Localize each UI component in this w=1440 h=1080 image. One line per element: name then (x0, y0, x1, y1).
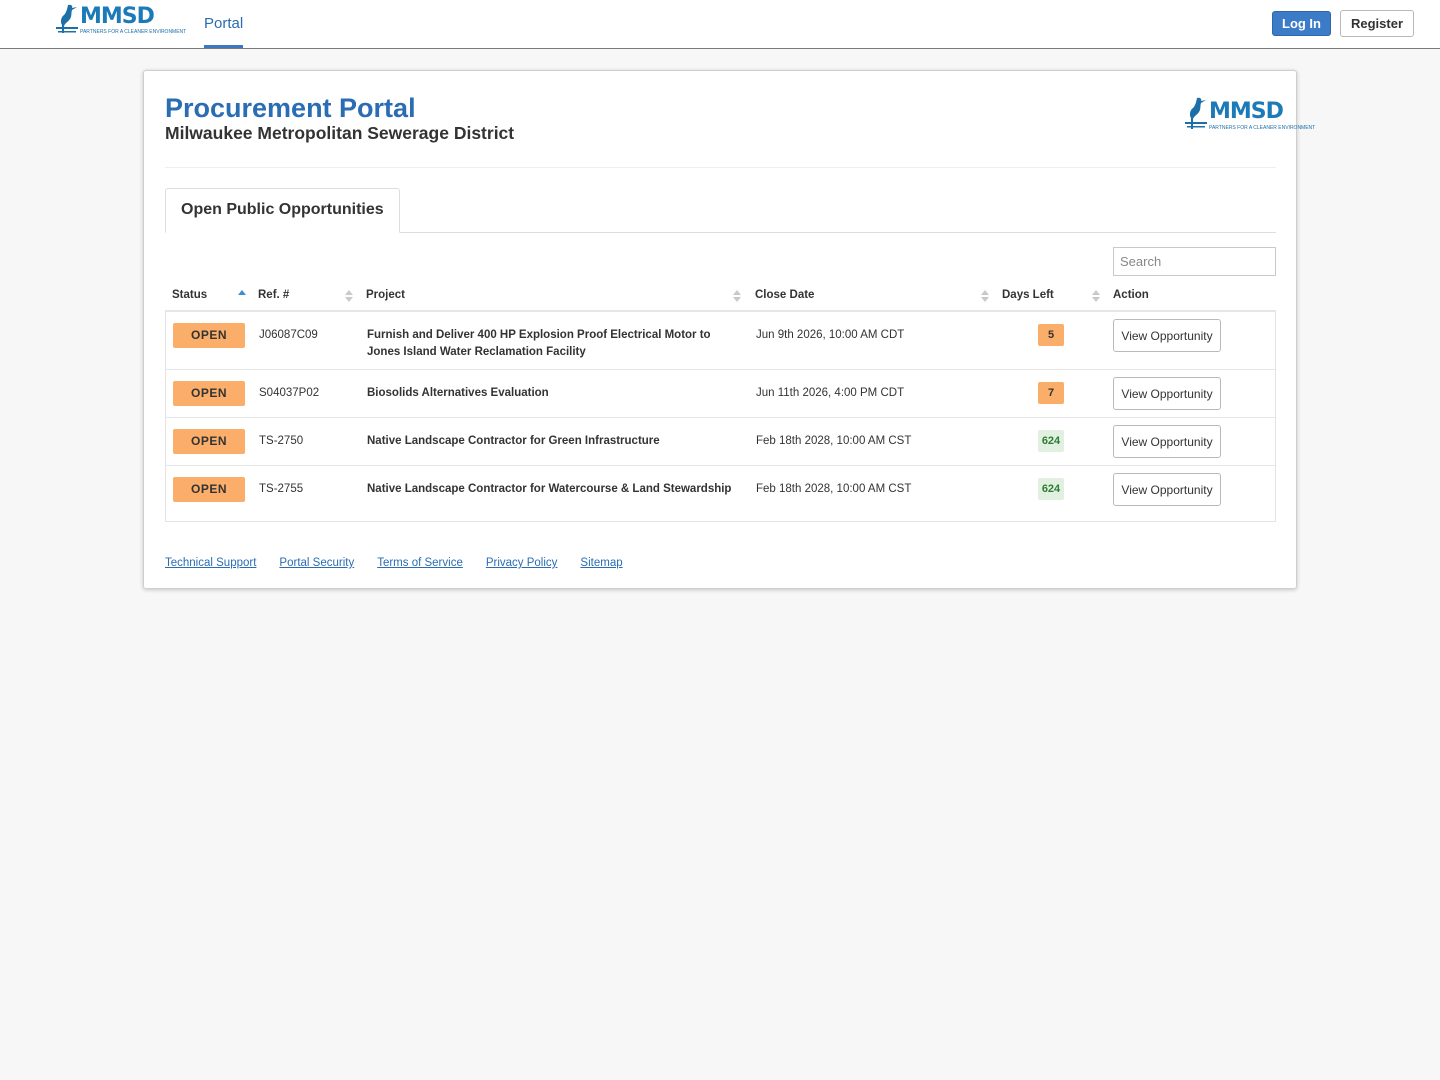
view-opportunity-button[interactable]: View Opportunity (1113, 473, 1221, 506)
tab-open-public-opportunities[interactable]: Open Public Opportunities (165, 188, 400, 233)
logo-wordmark: MMSD (1209, 99, 1284, 124)
ref-number: J06087C09 (259, 329, 318, 341)
logo-tagline: PARTNERS FOR A CLEANER ENVIRONMENT (80, 29, 187, 35)
sort-ascending-icon[interactable] (238, 290, 246, 303)
mmsd-logo[interactable]: MMSD PARTNERS FOR A CLEANER ENVIRONMENT (54, 3, 186, 35)
column-header-days-left[interactable]: Days Left (995, 281, 1106, 310)
logo-tagline: PARTNERS FOR A CLEANER ENVIRONMENT (1209, 125, 1316, 131)
ref-number: S04037P02 (259, 387, 320, 399)
card-mmsd-logo: MMSD PARTNERS FOR A CLEANER ENVIRONMENT (1183, 95, 1315, 131)
footer-link-terms-of-service[interactable]: Terms of Service (377, 557, 463, 569)
column-header-project[interactable]: Project (359, 281, 748, 310)
view-opportunity-button[interactable]: View Opportunity (1113, 425, 1221, 458)
main-card: Procurement Portal Milwaukee Metropolita… (143, 70, 1315, 589)
sort-icon[interactable] (345, 290, 353, 303)
project-name: Native Landscape Contractor for Green In… (367, 435, 660, 447)
sort-icon[interactable] (733, 290, 741, 303)
table-header: Status Ref. # Project Close Date Days Le… (165, 281, 1276, 312)
project-name: Furnish and Deliver 400 HP Explosion Pro… (367, 329, 711, 358)
project-name: Biosolids Alternatives Evaluation (367, 387, 549, 399)
heron-icon (1185, 97, 1207, 129)
view-opportunity-button[interactable]: View Opportunity (1113, 319, 1221, 352)
column-header-ref[interactable]: Ref. # (251, 281, 359, 310)
days-left-badge: 7 (1038, 382, 1064, 404)
footer-link-sitemap[interactable]: Sitemap (580, 557, 622, 569)
close-date: Feb 18th 2028, 10:00 AM CST (756, 483, 912, 495)
ref-number: TS-2750 (259, 435, 304, 447)
table-row: OPEN TS-2750 Native Landscape Contractor… (166, 417, 1275, 465)
footer-link-technical-support[interactable]: Technical Support (165, 557, 256, 569)
status-badge: OPEN (173, 381, 245, 406)
view-opportunity-button[interactable]: View Opportunity (1113, 377, 1221, 410)
register-button[interactable]: Register (1340, 10, 1414, 37)
table-body: OPEN J06087C09 Furnish and Deliver 400 H… (165, 312, 1276, 522)
footer-links: Technical Support Portal Security Terms … (165, 557, 623, 569)
close-date: Jun 9th 2026, 10:00 AM CDT (756, 329, 905, 341)
ref-number: TS-2755 (259, 483, 304, 495)
status-badge: OPEN (173, 323, 245, 348)
login-button[interactable]: Log In (1272, 11, 1331, 36)
days-left-badge: 5 (1038, 324, 1064, 346)
days-left-badge: 624 (1038, 430, 1064, 452)
column-header-action: Action (1113, 289, 1149, 301)
logo-wordmark: MMSD (80, 4, 155, 29)
project-name: Native Landscape Contractor for Watercou… (367, 483, 732, 495)
header-divider (165, 167, 1276, 168)
status-badge: OPEN (173, 429, 245, 454)
footer-link-portal-security[interactable]: Portal Security (279, 557, 354, 569)
column-header-close-date[interactable]: Close Date (748, 281, 995, 310)
sort-icon[interactable] (1092, 290, 1100, 303)
search-input[interactable] (1113, 247, 1276, 276)
table-row: OPEN J06087C09 Furnish and Deliver 400 H… (166, 312, 1275, 369)
page-title: Procurement Portal (165, 93, 416, 123)
footer-link-privacy-policy[interactable]: Privacy Policy (486, 557, 558, 569)
close-date: Jun 11th 2026, 4:00 PM CDT (756, 387, 905, 399)
page-subtitle: Milwaukee Metropolitan Sewerage District (165, 123, 515, 143)
nav-portal-link[interactable]: Portal (204, 0, 244, 48)
table-row: OPEN S04037P02 Biosolids Alternatives Ev… (166, 369, 1275, 417)
table-row: OPEN TS-2755 Native Landscape Contractor… (166, 465, 1275, 521)
heron-icon (56, 4, 78, 34)
close-date: Feb 18th 2028, 10:00 AM CST (756, 435, 912, 447)
status-badge: OPEN (173, 477, 245, 502)
days-left-badge: 624 (1038, 478, 1064, 500)
opportunities-table: Status Ref. # Project Close Date Days Le… (165, 281, 1276, 522)
top-navbar: MMSD PARTNERS FOR A CLEANER ENVIRONMENT … (0, 0, 1440, 49)
sort-icon[interactable] (981, 290, 989, 303)
